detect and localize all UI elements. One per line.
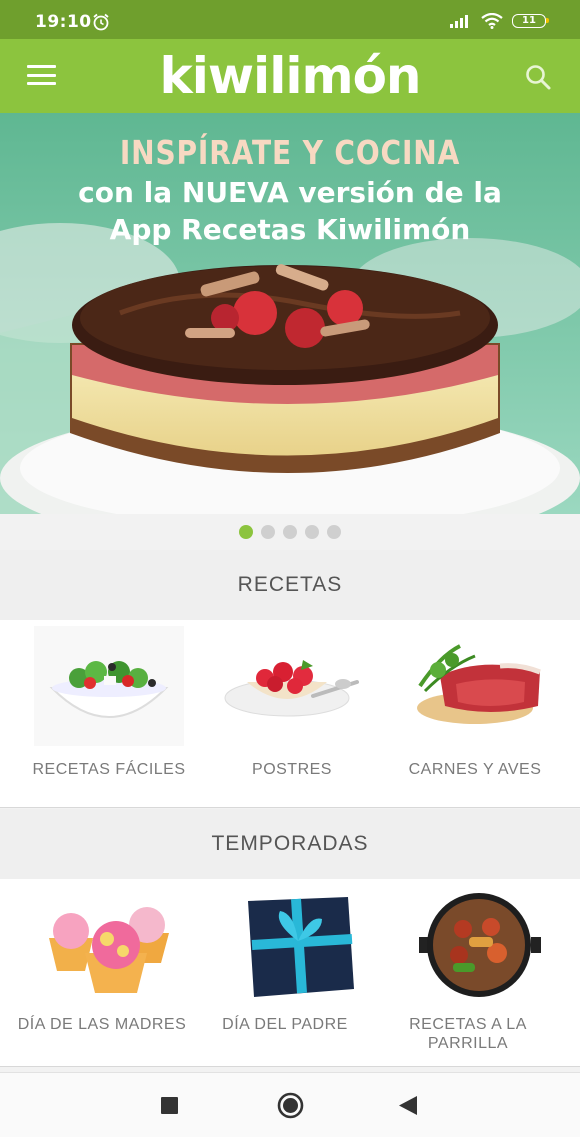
home-icon[interactable]: [277, 1092, 304, 1119]
category-label: DÍA DE LAS MADRES: [17, 1016, 187, 1033]
app-logo: kiwilimón: [159, 47, 421, 105]
battery-icon: 11: [512, 14, 549, 28]
category-label: RECETAS A LA PARRILLA: [409, 1016, 527, 1052]
carousel-dot-1[interactable]: [239, 525, 253, 539]
carousel-dot-4[interactable]: [305, 525, 319, 539]
wifi-icon: [481, 13, 503, 29]
temporadas-row: DÍA DE LAS MADRES DÍA DEL PADRE RECETAS …: [0, 879, 580, 1067]
status-time: 19:10: [35, 12, 92, 32]
category-recetas-faciles[interactable]: RECETAS FÁCILES: [19, 626, 199, 779]
category-label: RECETAS FÁCILES: [32, 761, 186, 778]
section-title-temporadas: TEMPORADAS: [0, 809, 580, 879]
recetas-row: RECETAS FÁCILES POSTRES CARNES Y AVES: [0, 620, 580, 808]
cupcakes-image: [27, 893, 177, 1001]
hero-headline: INSPÍRATE Y COCINA: [119, 133, 461, 172]
category-label: POSTRES: [252, 761, 332, 778]
category-dia-del-padre[interactable]: DÍA DEL PADRE: [195, 893, 375, 1034]
cheesecake-image: [0, 113, 580, 514]
carousel-dot-2[interactable]: [261, 525, 275, 539]
hero-subtitle-app: App Recetas Kiwilimón: [109, 213, 471, 246]
category-label: CARNES Y AVES: [408, 761, 542, 778]
category-recetas-parrilla[interactable]: RECETAS A LA PARRILLA: [378, 893, 558, 1053]
back-icon[interactable]: [399, 1096, 417, 1115]
strawberry-dessert-image: [217, 626, 367, 746]
hero-subtitle: con la NUEVA versión de la: [78, 176, 502, 209]
signal-icon: [450, 15, 468, 28]
salad-bowl-image: [34, 626, 184, 746]
category-carnes-aves[interactable]: CARNES Y AVES: [385, 626, 565, 779]
carousel-dot-5[interactable]: [327, 525, 341, 539]
carousel-dot-3[interactable]: [283, 525, 297, 539]
search-icon[interactable]: [524, 63, 552, 91]
category-label: DÍA DEL PADRE: [222, 1016, 348, 1033]
battery-level: 11: [522, 15, 536, 26]
grill-image: [393, 893, 543, 1001]
system-nav-bar: [0, 1072, 580, 1137]
hero-banner[interactable]: INSPÍRATE Y COCINA con la NUEVA versión …: [0, 113, 580, 514]
gift-box-image: [210, 893, 360, 1001]
alarm-icon: [93, 13, 109, 31]
carousel-indicator: [0, 514, 580, 550]
recents-icon[interactable]: [161, 1097, 178, 1114]
section-title-recetas: RECETAS: [0, 550, 580, 620]
category-postres[interactable]: POSTRES: [202, 626, 382, 779]
category-dia-de-las-madres[interactable]: DÍA DE LAS MADRES: [12, 893, 192, 1034]
raw-meat-image: [400, 626, 550, 746]
app-bar: kiwilimón: [0, 39, 580, 113]
status-bar: 19:10 11: [0, 0, 580, 39]
